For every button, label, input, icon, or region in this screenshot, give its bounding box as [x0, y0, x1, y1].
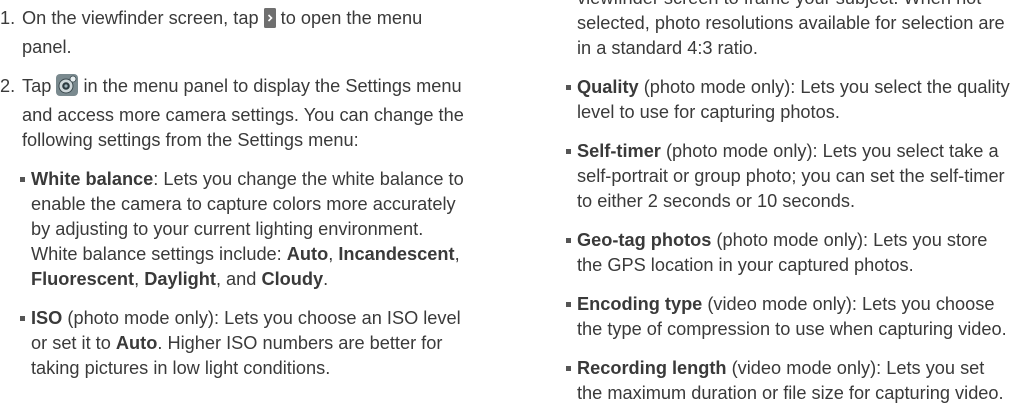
step-number: 1.	[0, 8, 16, 28]
step-2: 2. Tap in the menu panel to display the …	[0, 74, 470, 153]
separator: , and	[215, 269, 262, 289]
bullet-quality: Quality (photo mode only): Lets you sele…	[566, 75, 1014, 125]
period: .	[323, 269, 329, 289]
continued-text: viewfinder screen to frame your subject.…	[577, 0, 1005, 58]
bullet-white-balance: White balance: Lets you change the white…	[20, 167, 470, 292]
bullet-term: Self-timer	[577, 141, 661, 161]
separator: ,	[454, 244, 460, 264]
separator: ,	[134, 269, 145, 289]
option-cloudy: Cloudy	[261, 269, 324, 289]
bullet-encoding-type: Encoding type (video mode only): Lets yo…	[566, 292, 1014, 342]
step-number: 2.	[0, 76, 16, 96]
bullet-term: Recording length	[577, 358, 727, 378]
option-auto: Auto	[286, 244, 329, 264]
bullet-iso: ISO (photo mode only): Lets you choose a…	[20, 306, 470, 381]
option-incandescent: Incandescent	[338, 244, 455, 264]
bullet-term: Quality	[577, 77, 639, 97]
separator: ,	[328, 244, 339, 264]
bullet-term: ISO	[31, 308, 63, 328]
step-text-after: in the menu panel to display the Setting…	[22, 76, 464, 150]
step-text: Tap	[22, 76, 57, 96]
camera-settings-icon	[56, 74, 79, 103]
bullet-recording-length: Recording length (video mode only): Lets…	[566, 356, 1014, 406]
option-daylight: Daylight	[144, 269, 216, 289]
menu-arrow-icon	[263, 8, 276, 35]
option-fluorescent: Fluorescent	[31, 269, 135, 289]
bullet-term: Geo-tag photos	[577, 230, 712, 250]
step-1: 1. On the viewfinder screen, tap to open…	[0, 6, 470, 60]
bullet-term: White balance	[31, 169, 154, 189]
step-text: On the viewfinder screen, tap	[22, 8, 264, 28]
bullet-self-timer: Self-timer (photo mode only): Lets you s…	[566, 139, 1014, 214]
bullet-text: (photo mode only): Lets you select the q…	[577, 77, 1010, 122]
right-column: viewfinder screen to frame your subject.…	[566, 0, 1014, 406]
left-column: 1. On the viewfinder screen, tap to open…	[0, 6, 470, 381]
bullet-term: Encoding type	[577, 294, 703, 314]
option-auto: Auto	[115, 333, 158, 353]
bullet-geo-tag: Geo-tag photos (photo mode only): Lets y…	[566, 228, 1014, 278]
